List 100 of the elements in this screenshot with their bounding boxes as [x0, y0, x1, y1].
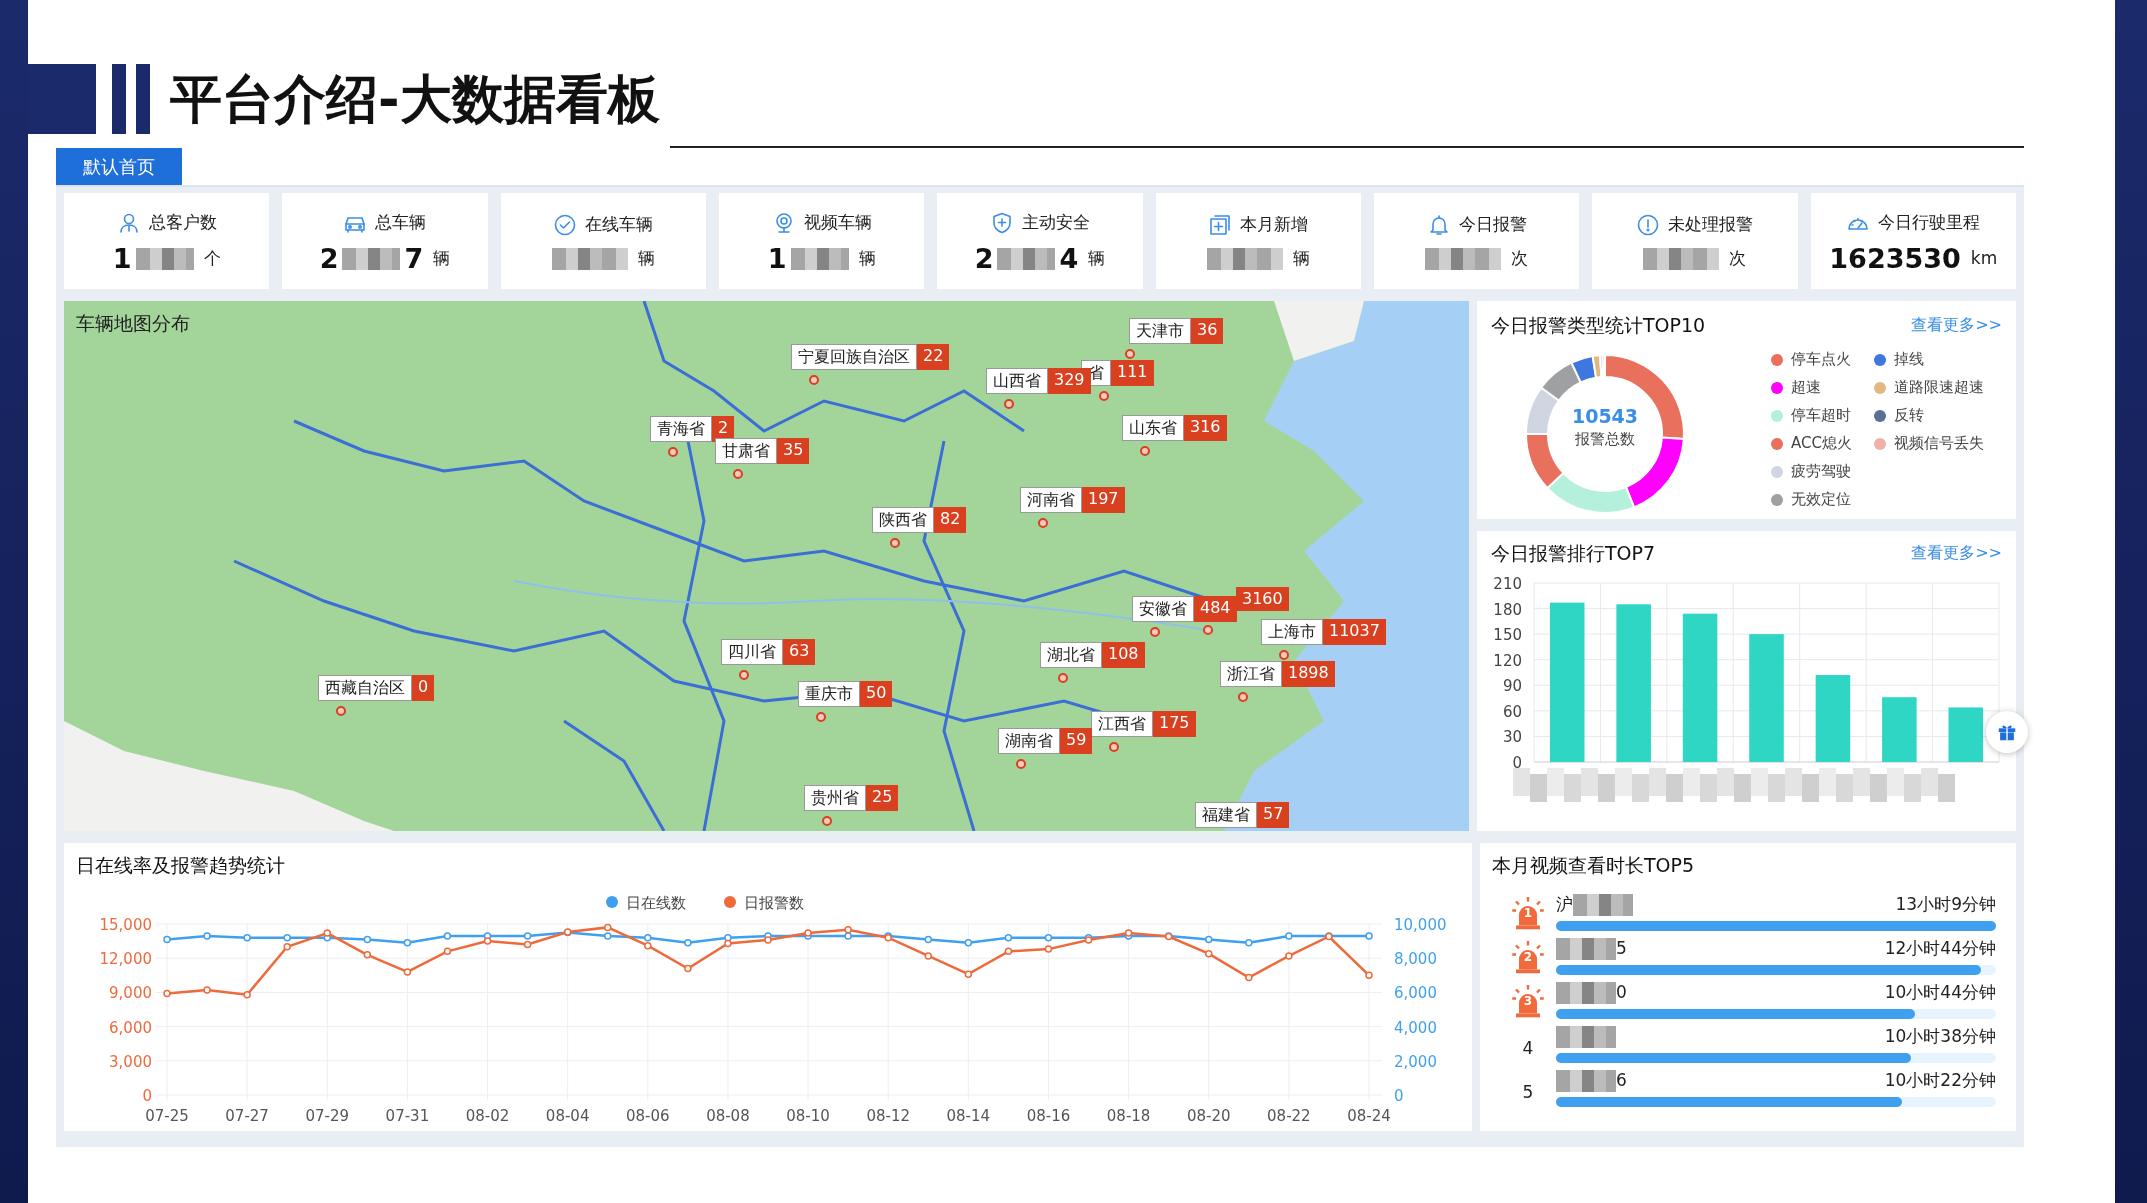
stat-label: 在线车辆: [585, 213, 654, 237]
region-count: 36: [1191, 318, 1224, 344]
region-count: 175: [1153, 711, 1196, 737]
stat-label: 今日报警: [1458, 213, 1527, 237]
region-label: 湖南省: [998, 728, 1060, 754]
axis-label: 180: [1493, 600, 1522, 619]
region-count: 25: [866, 785, 899, 811]
region-label: 西藏自治区: [318, 675, 412, 701]
slide-title: 平台介绍-大数据看板: [170, 68, 660, 131]
region-count: 63: [783, 639, 816, 665]
stat-label: 未处理报警: [1668, 213, 1754, 237]
stat-unit: 辆: [1292, 250, 1310, 268]
legend-label: 停车点火: [1791, 349, 1851, 371]
panel-title: 日在线率及报警趋势统计: [75, 853, 286, 878]
legend-label: 无效定位: [1791, 489, 1851, 511]
region-label: 河南省: [1020, 487, 1082, 513]
plate-number: 沪: [1556, 892, 1573, 916]
region-label: 青海省: [650, 416, 712, 442]
legend-label: 日报警数: [744, 893, 804, 912]
axis-label: 10,000: [1394, 915, 1447, 934]
stat-label: 总车辆: [375, 210, 427, 234]
region-label: 安徽省: [1132, 596, 1194, 622]
duration-text: 10小时22分钟: [1884, 1068, 1996, 1092]
region-label: 江西省: [1091, 711, 1153, 737]
stat-label: 今日行驶里程: [1878, 210, 1981, 234]
legend-label: 疲劳驾驶: [1791, 461, 1851, 483]
stat-value: 1: [112, 245, 132, 273]
axis-label: 150: [1493, 625, 1522, 644]
stat-unit: 辆: [433, 250, 451, 268]
region-count: 1898: [1282, 661, 1335, 687]
stat-label: 视频车辆: [803, 210, 872, 234]
region-label: 福建省: [1195, 802, 1257, 828]
stat-label: 本月新增: [1240, 213, 1309, 237]
region-count: 57: [1257, 802, 1290, 828]
region-count: 82: [934, 507, 967, 533]
stat-unit: 辆: [858, 250, 876, 268]
stat-unit: 个: [203, 250, 221, 268]
region-count: 50: [860, 681, 893, 707]
axis-label: 90: [1502, 676, 1522, 695]
duration-text: 13小时9分钟: [1895, 892, 1996, 916]
stat-value: 7: [404, 245, 424, 273]
stat-unit: km: [1970, 250, 1998, 268]
axis-label: 08-16: [1026, 1106, 1071, 1125]
rank-number: 1: [1522, 906, 1534, 919]
region-count: 22: [917, 344, 950, 370]
panel-title: 今日报警排行TOP7: [1491, 541, 1656, 566]
legend-label: 反转: [1893, 405, 1924, 427]
stat-unit: 次: [1729, 250, 1747, 268]
plate-number: 6: [1616, 1068, 1627, 1092]
axis-label: 08-24: [1347, 1106, 1391, 1125]
axis-label: 08-14: [946, 1106, 991, 1125]
stat-unit: 辆: [637, 250, 655, 268]
axis-label: 08-04: [545, 1106, 590, 1125]
region-count: 0: [412, 675, 435, 701]
axis-label: 08-06: [626, 1106, 670, 1125]
duration-text: 12小时44分钟: [1884, 936, 1996, 960]
axis-label: 9,000: [109, 983, 152, 1002]
legend-label: 道路限速超速: [1893, 377, 1984, 399]
axis-label: 6,000: [1394, 983, 1437, 1002]
stat-value: 2: [319, 245, 339, 273]
region-count: 329: [1048, 368, 1091, 394]
region-label: 山西省: [986, 368, 1048, 394]
region-label: 陕西省: [872, 507, 934, 533]
axis-label: 8,000: [1394, 949, 1437, 968]
axis-label: 08-20: [1186, 1106, 1231, 1125]
axis-label: 120: [1493, 651, 1522, 670]
region-label: 甘肃省: [715, 438, 777, 464]
region-count: 484: [1194, 596, 1237, 622]
region-count: 59: [1060, 728, 1093, 754]
stat-label: 主动安全: [1021, 210, 1090, 234]
legend-label: ACC熄火: [1791, 433, 1852, 455]
axis-label: 08-18: [1106, 1106, 1151, 1125]
axis-label: 08-22: [1267, 1106, 1311, 1125]
axis-label: 4,000: [1394, 1018, 1437, 1037]
map-title: 车辆地图分布: [76, 311, 190, 336]
region-count: 197: [1082, 487, 1125, 513]
region-label: 天津市: [1129, 318, 1191, 344]
plate-number: 5: [1616, 936, 1627, 960]
region-label: 湖北省: [1040, 642, 1102, 668]
stat-unit: 次: [1511, 250, 1529, 268]
duration-text: 10小时38分钟: [1884, 1024, 1996, 1048]
region-count: 111: [1111, 360, 1154, 386]
rank-number: 4: [1522, 1037, 1534, 1060]
region-label: 四川省: [721, 639, 783, 665]
axis-label: 60: [1502, 702, 1522, 721]
axis-label: 15,000: [99, 915, 152, 934]
stat-value: 1623530: [1829, 245, 1961, 273]
legend-label: 超速: [1791, 377, 1821, 399]
region-label: 重庆市: [798, 681, 860, 707]
total-label: 报警总数: [1574, 428, 1636, 450]
panel-title: 本月视频查看时长TOP5: [1492, 853, 1696, 878]
region-label: 浙江省: [1220, 661, 1282, 687]
region-label: 上海市: [1261, 619, 1323, 645]
axis-label: 6,000: [109, 1018, 152, 1037]
axis-label: 3,000: [109, 1052, 152, 1071]
region-count: 108: [1102, 642, 1145, 668]
stat-value: 2: [974, 245, 994, 273]
stat-value: 4: [1059, 245, 1079, 273]
axis-label: 07-29: [305, 1106, 350, 1125]
axis-label: 0: [1394, 1086, 1404, 1105]
